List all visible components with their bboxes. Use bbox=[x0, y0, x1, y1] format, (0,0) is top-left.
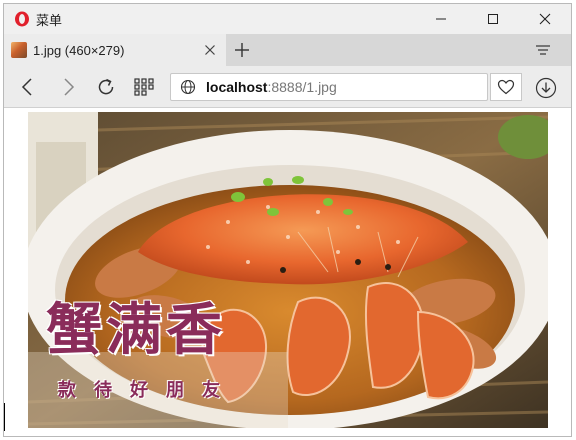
plus-icon bbox=[235, 43, 249, 57]
tab-menu-icon bbox=[536, 45, 550, 55]
new-tab-button[interactable] bbox=[232, 40, 252, 60]
page-content: 蟹满香 款待好朋友 bbox=[4, 109, 571, 436]
reload-icon bbox=[98, 78, 114, 95]
forward-icon bbox=[64, 78, 75, 96]
maximize-icon bbox=[488, 14, 498, 24]
download-icon bbox=[535, 77, 557, 99]
caption-title: 蟹满香 bbox=[46, 297, 226, 363]
url-host: localhost bbox=[206, 79, 268, 95]
text-cursor bbox=[4, 403, 5, 431]
bookmark-button[interactable] bbox=[490, 73, 522, 101]
speed-dial-icon bbox=[134, 78, 154, 96]
minimize-button[interactable] bbox=[415, 4, 467, 34]
address-bar[interactable]: localhost:8888/1.jpg bbox=[170, 73, 488, 101]
back-icon bbox=[21, 78, 32, 96]
navigation-bar: localhost:8888/1.jpg bbox=[4, 66, 571, 108]
browser-window: 菜单 1.jpg (460×279) localhost:8888/1.jpg … bbox=[3, 3, 572, 437]
address-url[interactable]: localhost:8888/1.jpg bbox=[206, 79, 337, 95]
download-button[interactable] bbox=[534, 76, 558, 100]
close-window-button[interactable] bbox=[519, 4, 571, 34]
opera-logo-icon[interactable] bbox=[14, 11, 30, 27]
close-icon bbox=[539, 13, 551, 25]
back-button[interactable] bbox=[16, 76, 38, 98]
reload-button[interactable] bbox=[95, 76, 117, 98]
maximize-button[interactable] bbox=[467, 4, 519, 34]
title-bar[interactable]: 菜单 bbox=[4, 4, 571, 34]
tab-menu-button[interactable] bbox=[533, 42, 553, 58]
caption-subtitle: 款待好朋友 bbox=[58, 380, 238, 401]
heart-icon bbox=[497, 79, 515, 95]
forward-button[interactable] bbox=[58, 76, 80, 98]
globe-icon bbox=[180, 79, 196, 95]
image-favicon-icon bbox=[11, 42, 27, 58]
tab-title: 1.jpg (460×279) bbox=[33, 42, 125, 58]
window-controls bbox=[415, 4, 571, 34]
minimize-icon bbox=[436, 18, 446, 20]
tab-close-icon bbox=[205, 45, 215, 55]
photo-caption: 蟹满香 款待好朋友 bbox=[46, 302, 238, 402]
tab-image[interactable]: 1.jpg (460×279) bbox=[4, 34, 226, 66]
tab-close-button[interactable] bbox=[202, 42, 218, 58]
app-title: 菜单 bbox=[36, 12, 63, 28]
tab-bar: 1.jpg (460×279) bbox=[4, 34, 571, 66]
url-path: :8888/1.jpg bbox=[267, 79, 337, 95]
speed-dial-button[interactable] bbox=[133, 76, 155, 98]
crab-dish-photo: 蟹满香 款待好朋友 bbox=[28, 112, 548, 428]
